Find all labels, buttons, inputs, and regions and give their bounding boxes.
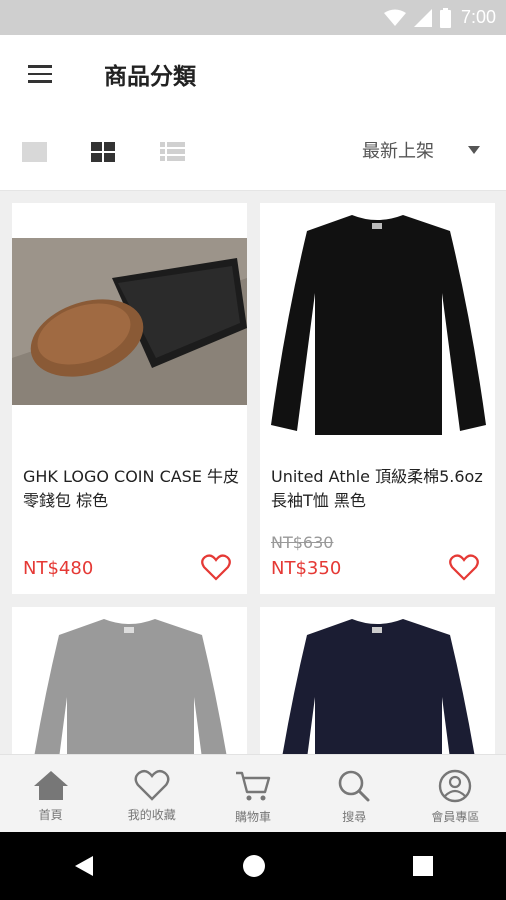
nav-search[interactable]: 搜尋	[304, 755, 405, 832]
system-nav-bar	[0, 832, 506, 900]
recents-icon[interactable]	[412, 856, 433, 876]
home-icon	[33, 771, 68, 800]
chevron-down-icon	[468, 146, 480, 154]
single-view-icon[interactable]	[22, 141, 48, 163]
product-card[interactable]	[12, 607, 247, 754]
product-image	[12, 607, 247, 754]
bottom-nav: 首頁 我的收藏 購物車 搜尋 會員專區	[0, 754, 506, 832]
product-card[interactable]: GHK LOGO COIN CASE 牛皮零錢包 棕色 NT$480	[12, 203, 247, 594]
product-original-price: NT$630	[271, 533, 334, 552]
nav-member[interactable]: 會員專區	[405, 755, 506, 832]
wifi-icon	[383, 9, 406, 26]
nav-home[interactable]: 首頁	[0, 755, 101, 832]
product-image	[260, 607, 495, 754]
nav-label: 搜尋	[342, 810, 367, 824]
product-name: United Athle 頂級柔棉5.6oz 長袖T恤 黑色	[271, 467, 483, 510]
product-card[interactable]	[260, 607, 495, 754]
status-icons	[383, 7, 451, 28]
battery-icon	[439, 7, 451, 28]
heart-icon[interactable]	[201, 553, 231, 581]
product-price: NT$350	[271, 558, 342, 579]
nav-label: 首頁	[38, 808, 63, 822]
app-bar: 商品分類	[0, 35, 506, 113]
product-image	[260, 203, 495, 443]
nav-label: 購物車	[235, 810, 272, 824]
nav-cart[interactable]: 購物車	[202, 755, 303, 832]
cart-icon	[236, 771, 271, 801]
status-bar: 7:00	[0, 0, 506, 35]
user-icon	[439, 769, 472, 803]
product-image	[12, 238, 247, 405]
home-button-icon[interactable]	[242, 854, 266, 878]
back-icon[interactable]	[73, 854, 95, 878]
nav-favorites[interactable]: 我的收藏	[101, 755, 202, 832]
product-card[interactable]: United Athle 頂級柔棉5.6oz 長袖T恤 黑色 NT$630 NT…	[260, 203, 495, 594]
heart-icon	[134, 769, 170, 801]
product-name: GHK LOGO COIN CASE 牛皮零錢包 棕色	[23, 467, 240, 510]
heart-icon[interactable]	[449, 553, 479, 581]
page-title: 商品分類	[104, 64, 196, 90]
view-toolbar: 最新上架	[0, 113, 506, 191]
search-icon	[338, 770, 370, 802]
product-price: NT$480	[23, 558, 94, 579]
nav-label: 會員專區	[431, 810, 480, 824]
list-view-icon[interactable]	[160, 141, 186, 163]
nav-label: 我的收藏	[127, 808, 176, 822]
sort-label: 最新上架	[362, 141, 434, 162]
grid-view-icon[interactable]	[91, 141, 117, 163]
sort-dropdown[interactable]: 最新上架	[362, 137, 480, 163]
status-time: 7:00	[460, 7, 496, 27]
menu-icon[interactable]	[28, 65, 52, 83]
signal-icon	[413, 8, 432, 27]
